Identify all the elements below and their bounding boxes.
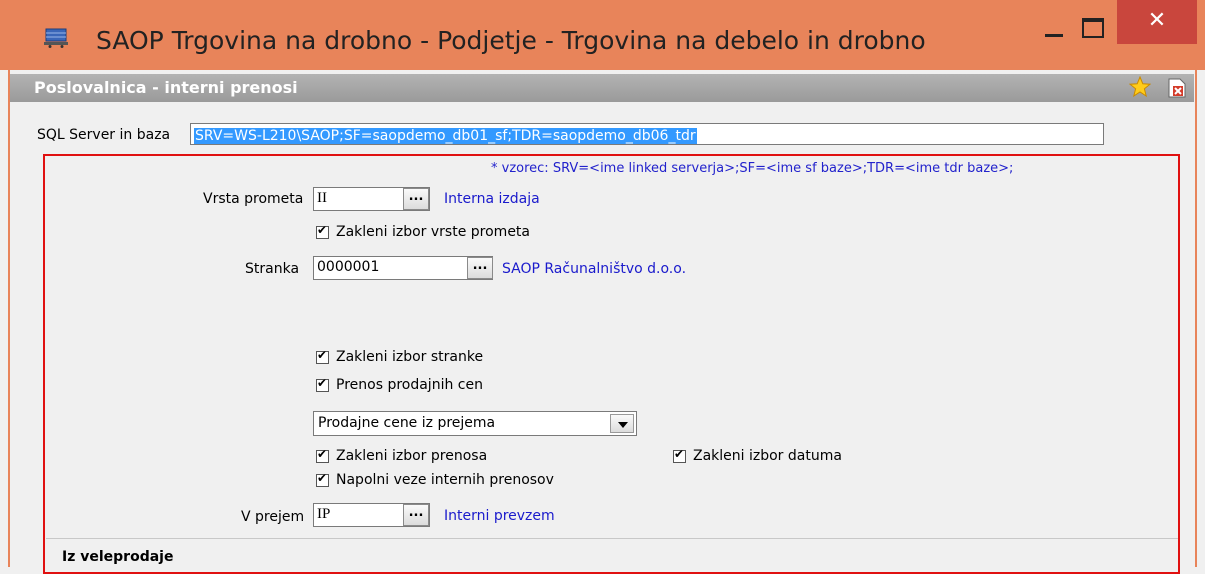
cene-select[interactable]: Prodajne cene iz prejema	[313, 411, 637, 436]
v-prejem-value: IP	[317, 506, 331, 522]
sql-connection-input[interactable]: SRV=WS-L210\SAOP;SF=saopdemo_db01_sf;TDR…	[190, 123, 1104, 145]
section-divider	[46, 538, 1178, 539]
sql-connection-value: SRV=WS-L210\SAOP;SF=saopdemo_db01_sf;TDR…	[194, 128, 697, 144]
stranka-description: SAOP Računalništvo d.o.o.	[502, 261, 687, 277]
window-titlebar: SAOP Trgovina na drobno - Podjetje - Trg…	[0, 0, 1205, 70]
stranka-value: 0000001	[317, 259, 380, 275]
chevron-down-icon[interactable]	[610, 414, 634, 433]
stranka-browse-button[interactable]: ...	[467, 257, 493, 279]
cene-select-value: Prodajne cene iz prejema	[318, 415, 496, 431]
close-document-icon[interactable]	[1168, 78, 1186, 98]
window-title: SAOP Trgovina na drobno - Podjetje - Trg…	[96, 26, 926, 55]
sql-label: SQL Server in baza	[37, 127, 171, 143]
panel-title: Poslovalnica - interni prenosi	[34, 78, 298, 97]
v-prejem-description: Interni prevzem	[444, 508, 555, 524]
lock-datuma-label: Zakleni izbor datuma	[693, 448, 842, 464]
close-icon[interactable]: ✕	[1117, 0, 1197, 44]
v-prejem-browse-button[interactable]: ...	[403, 504, 429, 526]
lock-prenosa-label: Zakleni izbor prenosa	[336, 448, 488, 464]
favorite-star-icon[interactable]	[1128, 75, 1152, 98]
napolni-veze-label: Napolni veze internih prenosov	[336, 472, 554, 488]
lock-prenosa-checkbox[interactable]	[316, 447, 329, 463]
lock-stranka-label: Zakleni izbor stranke	[336, 349, 484, 365]
vrsta-prometa-label: Vrsta prometa	[203, 191, 304, 207]
napolni-veze-checkbox[interactable]	[316, 471, 329, 487]
v-prejem-label: V prejem	[241, 509, 305, 525]
section-title: Iz veleprodaje	[62, 549, 174, 565]
stranka-label: Stranka	[245, 261, 300, 277]
panel-header: Poslovalnica - interni prenosi	[10, 74, 1194, 102]
stranka-input[interactable]: 0000001	[313, 256, 493, 280]
sql-format-hint: * vzorec: SRV=<ime linked serverja>;SF=<…	[491, 161, 1014, 176]
highlight-frame	[43, 154, 1180, 574]
lock-vrsta-checkbox[interactable]	[316, 223, 329, 239]
lock-vrsta-label: Zakleni izbor vrste prometa	[336, 224, 530, 240]
minimize-icon[interactable]	[1044, 20, 1066, 42]
vrsta-prometa-value: II	[317, 190, 327, 206]
vrsta-prometa-description: Interna izdaja	[444, 191, 540, 207]
vrsta-prometa-browse-button[interactable]: ...	[403, 188, 429, 210]
app-cart-icon	[44, 28, 68, 48]
prenos-cen-checkbox[interactable]	[316, 376, 329, 392]
maximize-icon[interactable]	[1082, 18, 1104, 38]
prenos-cen-label: Prenos prodajnih cen	[336, 377, 483, 393]
lock-stranka-checkbox[interactable]	[316, 348, 329, 364]
lock-datuma-checkbox[interactable]	[673, 447, 686, 463]
